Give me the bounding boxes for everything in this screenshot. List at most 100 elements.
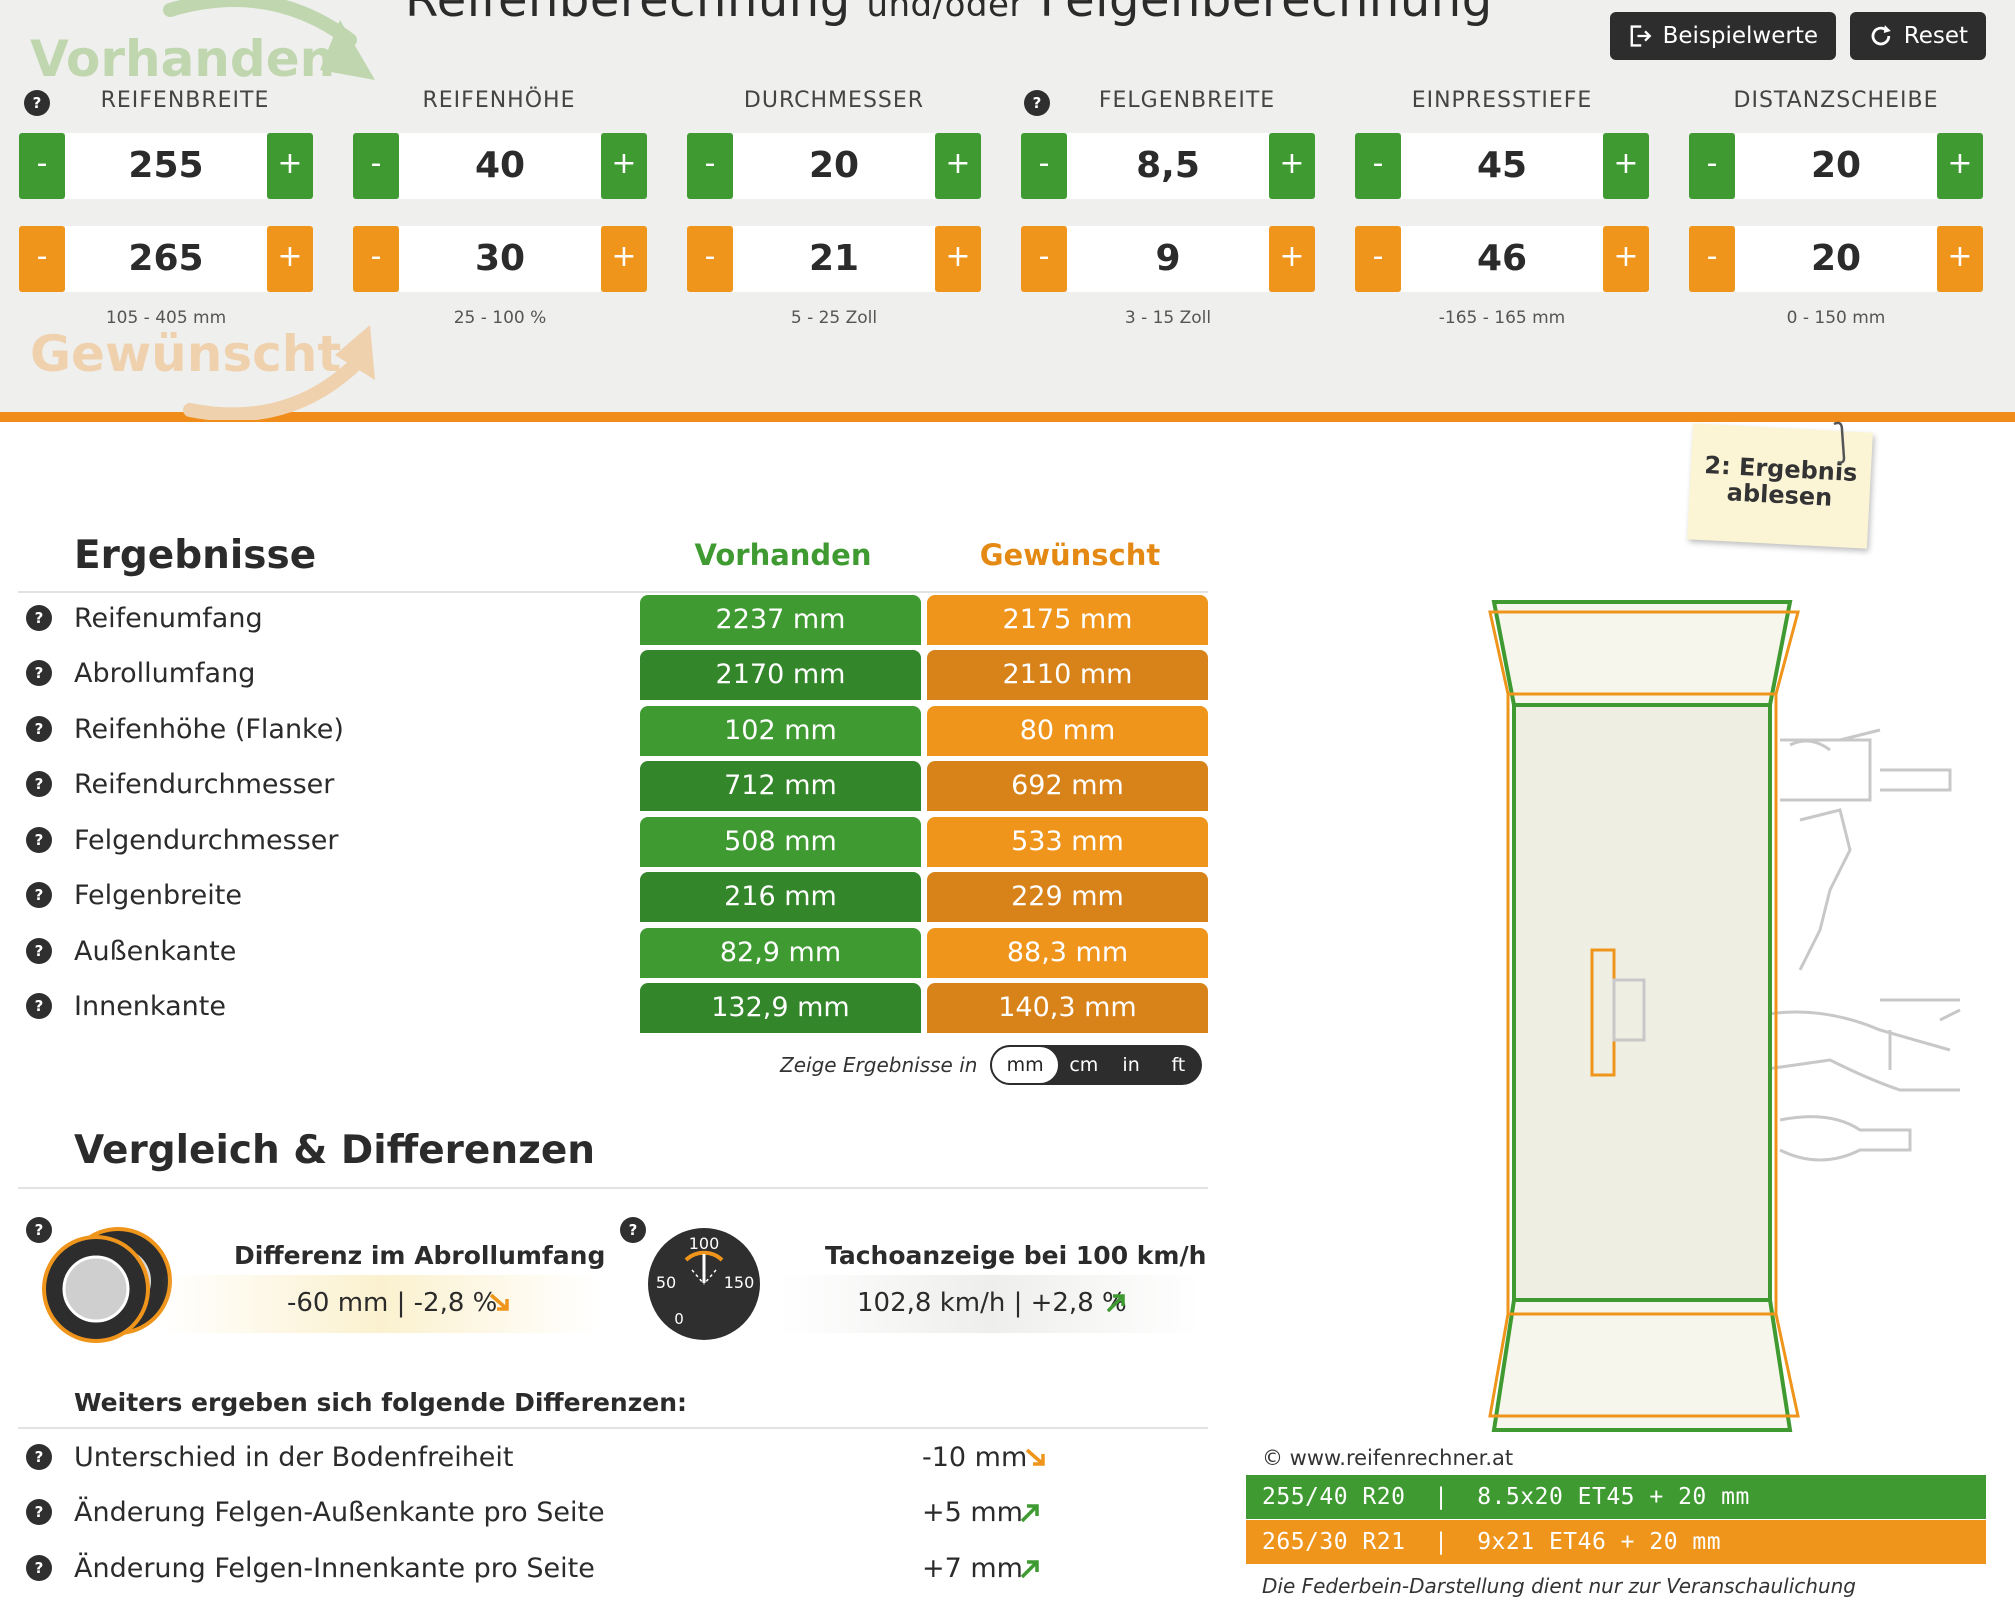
increment-button[interactable]: +	[601, 226, 647, 292]
unit-cm[interactable]: cm	[1060, 1045, 1107, 1085]
speedometer-icon: 100 50 150 0	[648, 1228, 760, 1340]
range-reifenhoehe: 25 - 100 %	[453, 308, 547, 328]
result-current: 2237 mm	[640, 595, 921, 645]
decrement-button[interactable]: -	[1689, 133, 1735, 199]
copyright: © www.reifenrechner.at	[1262, 1446, 1514, 1470]
input-panel: Reifenberechnung und/oder Felgenberechnu…	[0, 0, 2015, 422]
decrement-button[interactable]: -	[687, 133, 733, 199]
value-field[interactable]: 255	[65, 133, 267, 199]
value-field[interactable]: 20	[733, 133, 935, 199]
results-title: Ergebnisse	[74, 533, 317, 578]
help-icon[interactable]: ?	[26, 1555, 52, 1581]
value-field[interactable]: 30	[399, 226, 601, 292]
arrow-down-icon	[1025, 1448, 1045, 1466]
decrement-button[interactable]: -	[687, 226, 733, 292]
result-desired: 80 mm	[927, 706, 1208, 756]
help-icon[interactable]: ?	[26, 1444, 52, 1470]
comparison-title: Vergleich & Differenzen	[74, 1128, 596, 1173]
label-felgenbreite: FELGENBREITE	[1098, 88, 1276, 113]
help-icon[interactable]: ?	[26, 882, 52, 908]
increment-button[interactable]: +	[1269, 133, 1315, 199]
stepper-distanzscheibe-current: - 20 +	[1689, 133, 1983, 199]
increment-button[interactable]: +	[1937, 133, 1983, 199]
value-field[interactable]: 46	[1401, 226, 1603, 292]
result-current: 712 mm	[640, 761, 921, 811]
result-label: Außenkante	[74, 936, 237, 967]
range-felgenbreite: 3 - 15 Zoll	[1124, 308, 1212, 328]
decrement-button[interactable]: -	[353, 133, 399, 199]
value-field[interactable]: 20	[1735, 226, 1937, 292]
increment-button[interactable]: +	[601, 133, 647, 199]
results-col-current: Vorhanden	[694, 538, 872, 572]
help-icon[interactable]: ?	[26, 605, 52, 631]
increment-button[interactable]: +	[1269, 226, 1315, 292]
example-values-button[interactable]: Beispielwerte	[1610, 12, 1836, 60]
value-field[interactable]: 21	[733, 226, 935, 292]
decrement-button[interactable]: -	[19, 226, 65, 292]
value-field[interactable]: 40	[399, 133, 601, 199]
decrement-button[interactable]: -	[1355, 226, 1401, 292]
increment-button[interactable]: +	[935, 226, 981, 292]
result-label: Felgendurchmesser	[74, 825, 339, 856]
increment-button[interactable]: +	[267, 226, 313, 292]
help-icon[interactable]: ?	[620, 1217, 646, 1243]
decrement-button[interactable]: -	[353, 226, 399, 292]
result-label: Reifenhöhe (Flanke)	[74, 714, 344, 745]
label-reifenhoehe: REIFENHÖHE	[422, 88, 576, 113]
result-label: Reifendurchmesser	[74, 769, 335, 800]
value-field[interactable]: 45	[1401, 133, 1603, 199]
increment-button[interactable]: +	[1603, 226, 1649, 292]
unit-mm[interactable]: mm	[990, 1045, 1061, 1085]
decrement-button[interactable]: -	[1689, 226, 1735, 292]
results-col-desired: Gewünscht	[979, 538, 1161, 572]
result-label: Reifenumfang	[74, 603, 263, 634]
further-value: +7 mm	[922, 1553, 1023, 1584]
arrow-up-icon	[1106, 1294, 1125, 1313]
result-current: 508 mm	[640, 817, 921, 867]
decrement-button[interactable]: -	[19, 133, 65, 199]
range-reifenbreite: 105 - 405 mm	[105, 308, 227, 328]
help-icon[interactable]: ?	[26, 660, 52, 686]
help-icon[interactable]: ?	[26, 827, 52, 853]
units-label: Zeige Ergebnisse in	[780, 1053, 978, 1077]
reset-button[interactable]: Reset	[1850, 12, 1986, 60]
value-field[interactable]: 265	[65, 226, 267, 292]
decrement-button[interactable]: -	[1021, 133, 1067, 199]
increment-button[interactable]: +	[1603, 133, 1649, 199]
diagram-disclaimer: Die Federbein-Darstellung dient nur zur …	[1262, 1574, 1857, 1598]
curved-arrow-icon	[163, 0, 375, 80]
result-current: 216 mm	[640, 872, 921, 922]
reset-label: Reset	[1903, 23, 1968, 49]
speedo-title: Tachoanzeige bei 100 km/h	[825, 1241, 1207, 1270]
increment-button[interactable]: +	[935, 133, 981, 199]
speedo-value: 102,8 km/h | +2,8 %	[857, 1288, 1127, 1318]
label-distanzscheibe: DISTANZSCHEIBE	[1733, 88, 1939, 113]
result-current: 82,9 mm	[640, 928, 921, 978]
help-icon[interactable]: ?	[26, 771, 52, 797]
value-field[interactable]: 20	[1735, 133, 1937, 199]
decrement-button[interactable]: -	[1021, 226, 1067, 292]
spec-desired: 265/30 R21 | 9x21 ET46 + 20 mm	[1246, 1520, 1986, 1564]
stepper-reifenhoehe-current: - 40 +	[353, 133, 647, 199]
result-label: Felgenbreite	[74, 880, 242, 911]
help-icon[interactable]: ?	[26, 993, 52, 1019]
value-field[interactable]: 9	[1067, 226, 1269, 292]
tire-compare-icon	[42, 1227, 172, 1343]
unit-in[interactable]: in	[1107, 1045, 1154, 1085]
rolling-diff-value: -60 mm | -2,8 %	[287, 1288, 498, 1318]
stepper-felgenbreite-desired: - 9 +	[1021, 226, 1315, 292]
label-durchmesser: DURCHMESSER	[743, 88, 925, 113]
further-title: Weiters ergeben sich folgende Differenze…	[74, 1388, 688, 1417]
help-icon[interactable]: ?	[26, 716, 52, 742]
unit-ft[interactable]: ft	[1155, 1045, 1202, 1085]
increment-button[interactable]: +	[1937, 226, 1983, 292]
result-current: 102 mm	[640, 706, 921, 756]
increment-button[interactable]: +	[267, 133, 313, 199]
help-icon[interactable]: ?	[26, 1499, 52, 1525]
result-desired: 692 mm	[927, 761, 1208, 811]
arrow-up-icon	[1020, 1504, 1039, 1523]
value-field[interactable]: 8,5	[1067, 133, 1269, 199]
help-icon[interactable]: ?	[26, 938, 52, 964]
decrement-button[interactable]: -	[1355, 133, 1401, 199]
stepper-durchmesser-desired: - 21 +	[687, 226, 981, 292]
